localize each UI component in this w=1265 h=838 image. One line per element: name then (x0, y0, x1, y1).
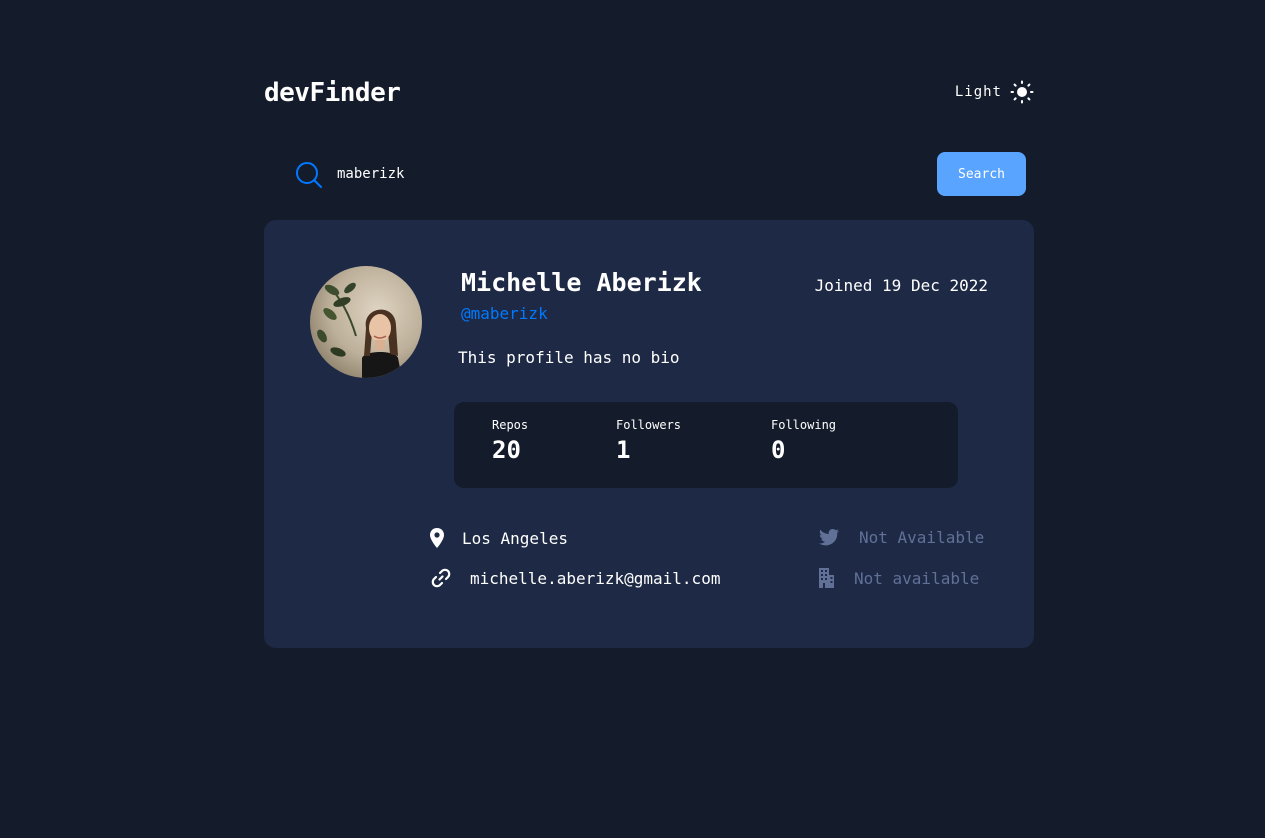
joined-date: Joined 19 Dec 2022 (814, 276, 988, 295)
search-icon (296, 162, 322, 188)
twitter-text: Not Available (859, 528, 985, 547)
stat-following-value: 0 (771, 436, 786, 464)
link-icon (431, 568, 451, 588)
twitter-icon (819, 529, 839, 546)
stat-followers-value: 1 (616, 436, 631, 464)
profile-login-link[interactable]: @maberizk (461, 304, 548, 323)
theme-toggle-label: Light (954, 84, 1002, 100)
stats-panel: Repos 20 Followers 1 Following 0 (454, 402, 958, 488)
profile-bio: This profile has no bio (458, 348, 680, 367)
header: devFinder Light (264, 78, 1034, 114)
blog-link[interactable]: michelle.aberizk@gmail.com (470, 569, 720, 588)
company-building-icon (819, 568, 834, 588)
profile-name: Michelle Aberizk (461, 268, 702, 297)
search-bar: Search (264, 148, 1034, 200)
sun-icon (1010, 80, 1034, 104)
logo: devFinder (264, 78, 401, 108)
stat-repos-label: Repos (492, 418, 529, 432)
company-text: Not available (854, 568, 980, 588)
company-row: Not available (819, 568, 979, 588)
stat-repos-value: 20 (492, 436, 521, 464)
stat-followers: Followers 1 (616, 418, 681, 464)
search-button[interactable]: Search (937, 152, 1026, 196)
profile-card: Michelle Aberizk Joined 19 Dec 2022 @mab… (264, 220, 1034, 648)
location-text: Los Angeles (462, 528, 568, 548)
stat-repos: Repos 20 (492, 418, 528, 464)
search-input[interactable] (337, 162, 917, 186)
theme-toggle-button[interactable]: Light (955, 80, 1034, 104)
location-row: Los Angeles (430, 528, 568, 548)
blog-row: michelle.aberizk@gmail.com (431, 568, 720, 588)
stat-followers-label: Followers (616, 418, 682, 432)
avatar (310, 266, 422, 378)
location-pin-icon (430, 528, 444, 548)
stat-following: Following 0 (771, 418, 836, 464)
stat-following-label: Following (771, 418, 837, 432)
twitter-row: Not Available (819, 528, 984, 547)
